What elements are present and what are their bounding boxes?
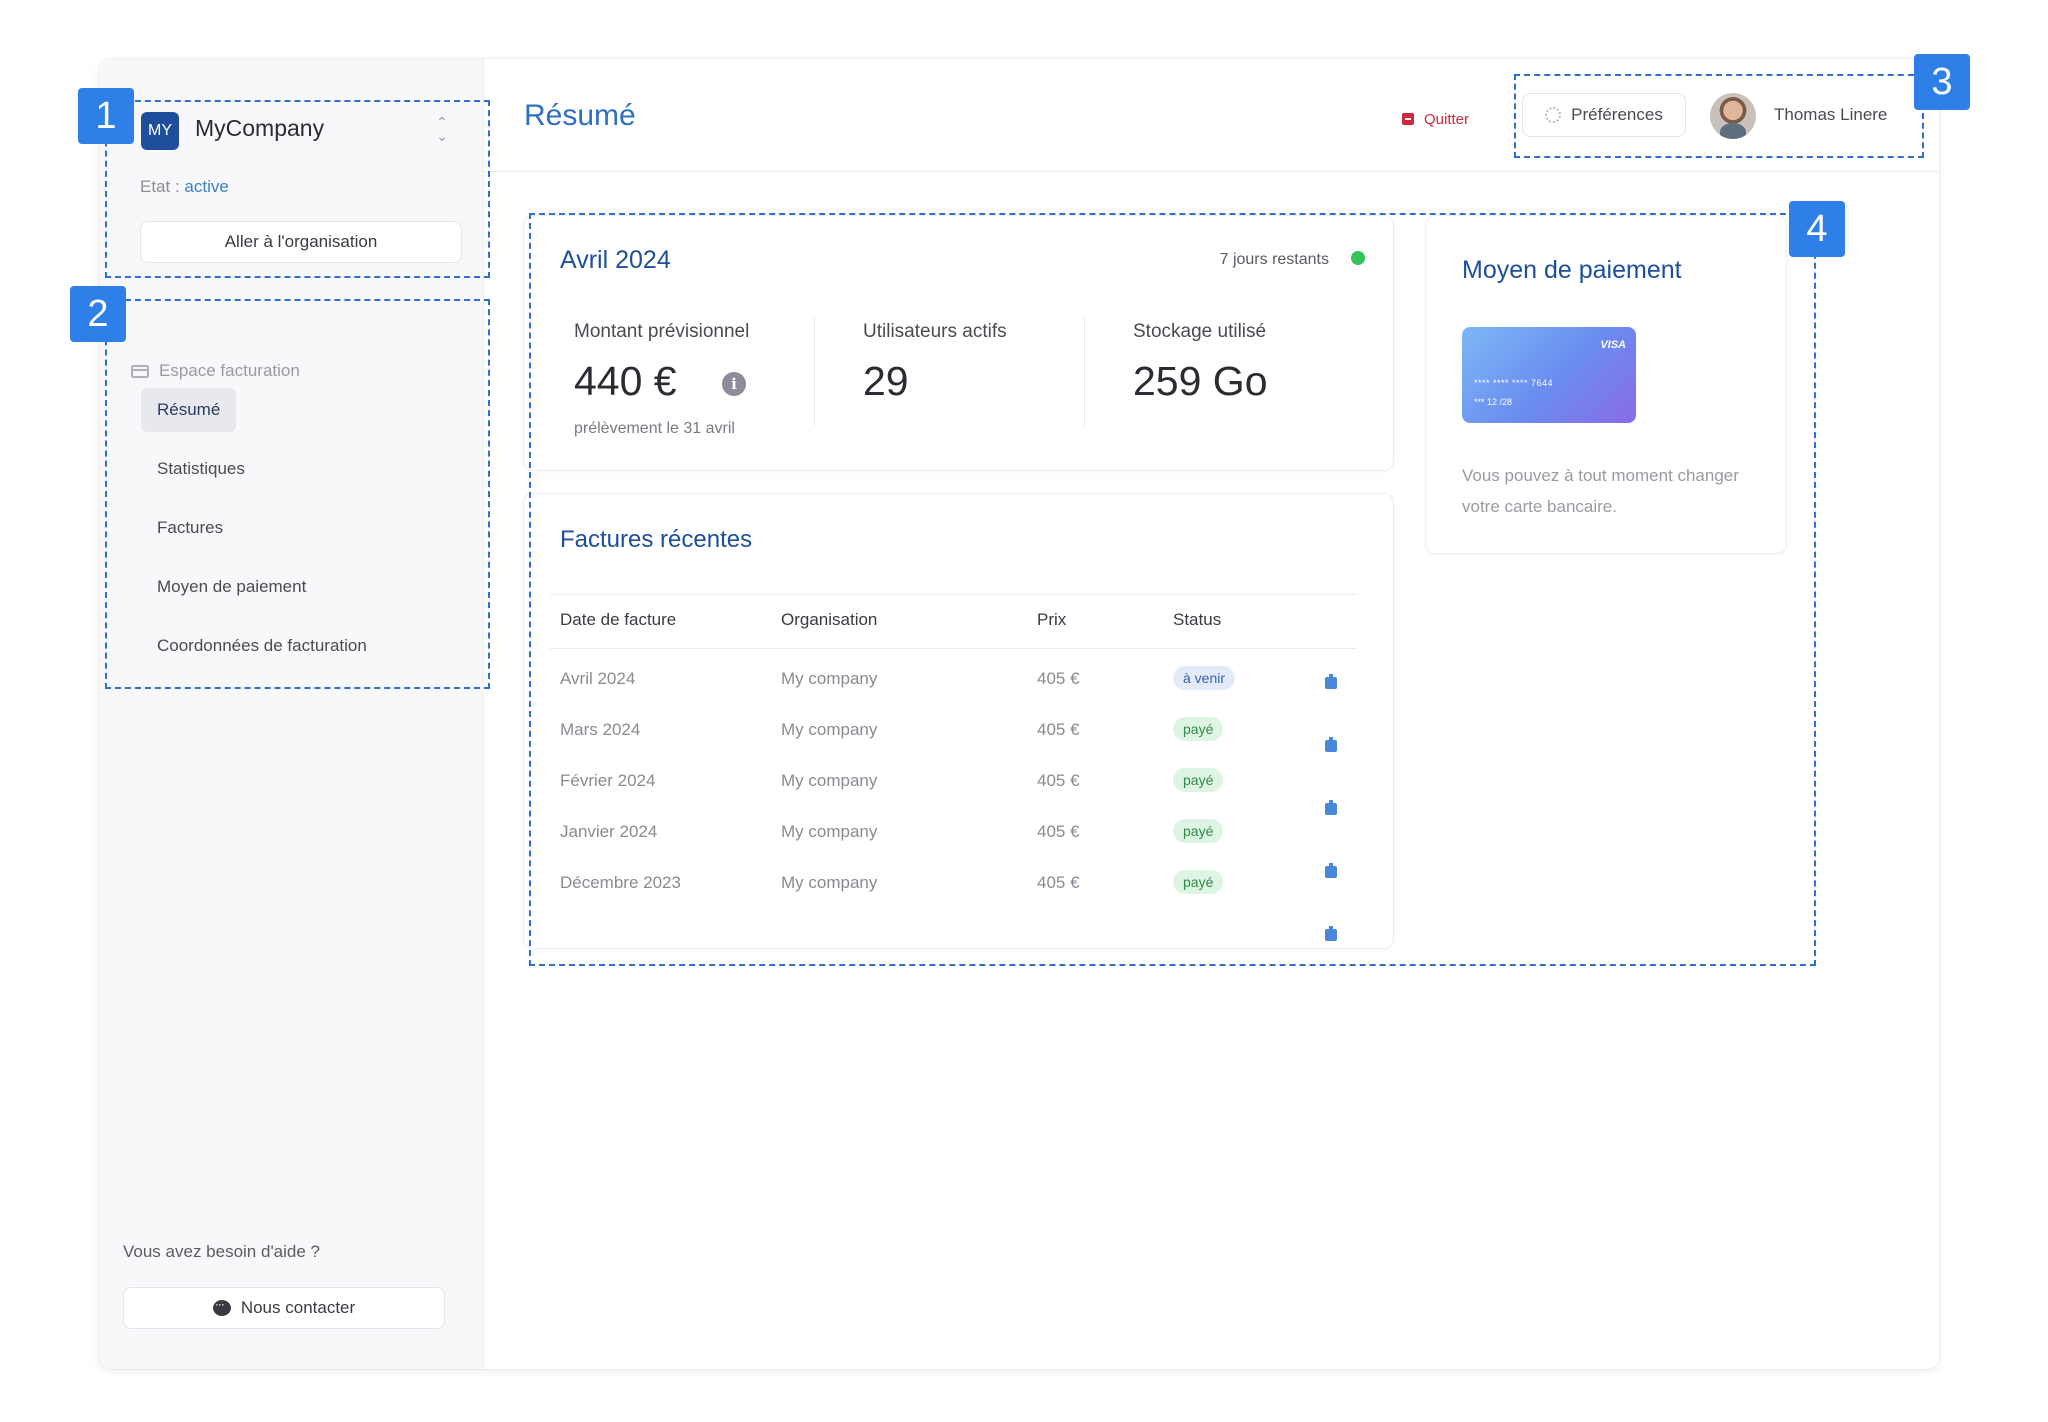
table-top-divider xyxy=(550,594,1357,595)
quit-button[interactable]: Quitter xyxy=(1402,107,1469,131)
contact-label: Nous contacter xyxy=(240,1298,356,1317)
nav-section-billing: Espace facturation xyxy=(131,361,300,381)
invoice-price: 405 € xyxy=(1037,771,1080,790)
invoice-price: 405 € xyxy=(1037,873,1080,892)
download-icon[interactable] xyxy=(1325,863,1337,878)
payment-title: Moyen de paiement xyxy=(1462,256,1682,284)
invoice-date: Janvier 2024 xyxy=(560,822,658,841)
column-header-date: Date de facture xyxy=(560,610,677,629)
invoice-org: My company xyxy=(781,669,878,688)
column-header-organisation: Organisation xyxy=(781,610,878,629)
card-number: **** **** **** 7644 xyxy=(1474,378,1554,388)
credit-card-visual[interactable]: VISA **** **** **** 7644 *** 12 /28 xyxy=(1462,327,1636,423)
invoices-title: Factures récentes xyxy=(560,526,753,553)
invoice-org: My company xyxy=(781,822,878,841)
card-brand: VISA xyxy=(1600,339,1626,351)
invoice-org: My company xyxy=(781,873,878,892)
metric-label-amount: Montant prévisionnel xyxy=(574,321,750,342)
invoice-price: 405 € xyxy=(1037,669,1080,688)
metric-value-amount: 440 € xyxy=(574,358,677,404)
goto-organisation-button[interactable]: Aller à l'organisation xyxy=(140,221,462,263)
invoice-price: 405 € xyxy=(1037,720,1080,739)
help-question: Vous avez besoin d'aide ? xyxy=(123,1242,321,1261)
status-badge: payé xyxy=(1173,717,1224,741)
org-avatar: MY xyxy=(141,112,179,150)
status-badge: payé xyxy=(1173,819,1224,843)
column-header-price: Prix xyxy=(1037,610,1067,629)
metric-label-users: Utilisateurs actifs xyxy=(863,321,1007,342)
status-badge: payé xyxy=(1173,870,1224,894)
invoice-date: Décembre 2023 xyxy=(560,873,681,892)
invoice-date: Février 2024 xyxy=(560,771,656,790)
sidebar-item-factures[interactable]: Factures xyxy=(141,506,239,550)
credit-card-icon xyxy=(131,364,149,378)
info-icon[interactable]: i xyxy=(722,372,746,396)
nav-section-label: Espace facturation xyxy=(159,361,300,380)
page-title: Résumé xyxy=(524,99,636,132)
preferences-button[interactable]: Préférences xyxy=(1522,93,1686,137)
invoice-date: Mars 2024 xyxy=(560,720,641,739)
metric-divider xyxy=(1084,316,1085,426)
switch-chevrons-icon[interactable]: ⌃ ⌄ xyxy=(432,115,452,147)
status-dot-icon xyxy=(1351,251,1365,265)
sidebar-item-coordonnees[interactable]: Coordonnées de facturation xyxy=(141,624,383,668)
metric-divider xyxy=(814,316,815,426)
main-content: Résumé Quitter Préférences Thomas Linere… xyxy=(484,59,1939,1369)
payment-method-card: Moyen de paiement VISA **** **** **** 76… xyxy=(1425,215,1787,554)
org-state: Etat : active xyxy=(140,177,229,197)
invoice-org: My company xyxy=(781,720,878,739)
invoice-price: 405 € xyxy=(1037,822,1080,841)
gear-icon xyxy=(1545,107,1562,123)
annotation-marker-1: 1 xyxy=(78,88,134,144)
card-expiry: *** 12 /28 xyxy=(1474,397,1513,407)
metric-value-users: 29 xyxy=(863,358,909,404)
download-icon[interactable] xyxy=(1325,926,1337,941)
quit-label: Quitter xyxy=(1424,110,1470,128)
annotation-marker-3: 3 xyxy=(1914,54,1970,110)
metric-value-storage: 259 Go xyxy=(1133,358,1268,404)
sidebar-item-statistiques[interactable]: Statistiques xyxy=(141,447,261,491)
chat-icon xyxy=(212,1297,231,1316)
column-header-status: Status xyxy=(1173,610,1222,629)
payment-description: Vous pouvez à tout moment changer votre … xyxy=(1462,466,1739,516)
status-badge: payé xyxy=(1173,768,1224,792)
invoice-org: My company xyxy=(781,771,878,790)
days-left: 7 jours restants xyxy=(1219,251,1329,268)
annotation-marker-2: 2 xyxy=(70,286,126,342)
billing-period: Avril 2024 xyxy=(560,246,671,274)
status-badge: à venir xyxy=(1173,666,1236,690)
sidebar: MY MyCompany ⌃ ⌄ Etat : active Aller à l'… xyxy=(99,59,484,1369)
metric-sub-amount: prélèvement le 31 avril xyxy=(574,420,735,437)
org-name: MyCompany xyxy=(195,115,325,141)
org-state-label: Etat : xyxy=(140,177,180,196)
quit-icon xyxy=(1402,113,1414,125)
download-icon[interactable] xyxy=(1325,737,1337,752)
user-name[interactable]: Thomas Linere xyxy=(1774,105,1887,125)
annotation-marker-4: 4 xyxy=(1789,201,1845,257)
download-icon[interactable] xyxy=(1325,800,1337,815)
download-icon[interactable] xyxy=(1325,674,1337,689)
org-state-value: active xyxy=(184,177,229,196)
metric-label-storage: Stockage utilisé xyxy=(1133,321,1267,342)
header-divider xyxy=(484,171,1939,172)
preferences-label: Préférences xyxy=(1571,105,1663,124)
invoice-date: Avril 2024 xyxy=(560,669,636,688)
table-header-divider xyxy=(550,648,1357,649)
avatar[interactable] xyxy=(1710,93,1756,139)
summary-card: Avril 2024 7 jours restants Montant prév… xyxy=(523,215,1394,471)
sidebar-item-moyen-de-paiement[interactable]: Moyen de paiement xyxy=(141,565,322,609)
app-window: MY MyCompany ⌃ ⌄ Etat : active Aller à l'… xyxy=(99,59,1939,1369)
sidebar-item-resume[interactable]: Résumé xyxy=(141,388,237,432)
recent-invoices-card: Factures récentes Date de facture Organi… xyxy=(523,493,1394,949)
contact-button[interactable]: Nous contacter xyxy=(123,1287,445,1329)
